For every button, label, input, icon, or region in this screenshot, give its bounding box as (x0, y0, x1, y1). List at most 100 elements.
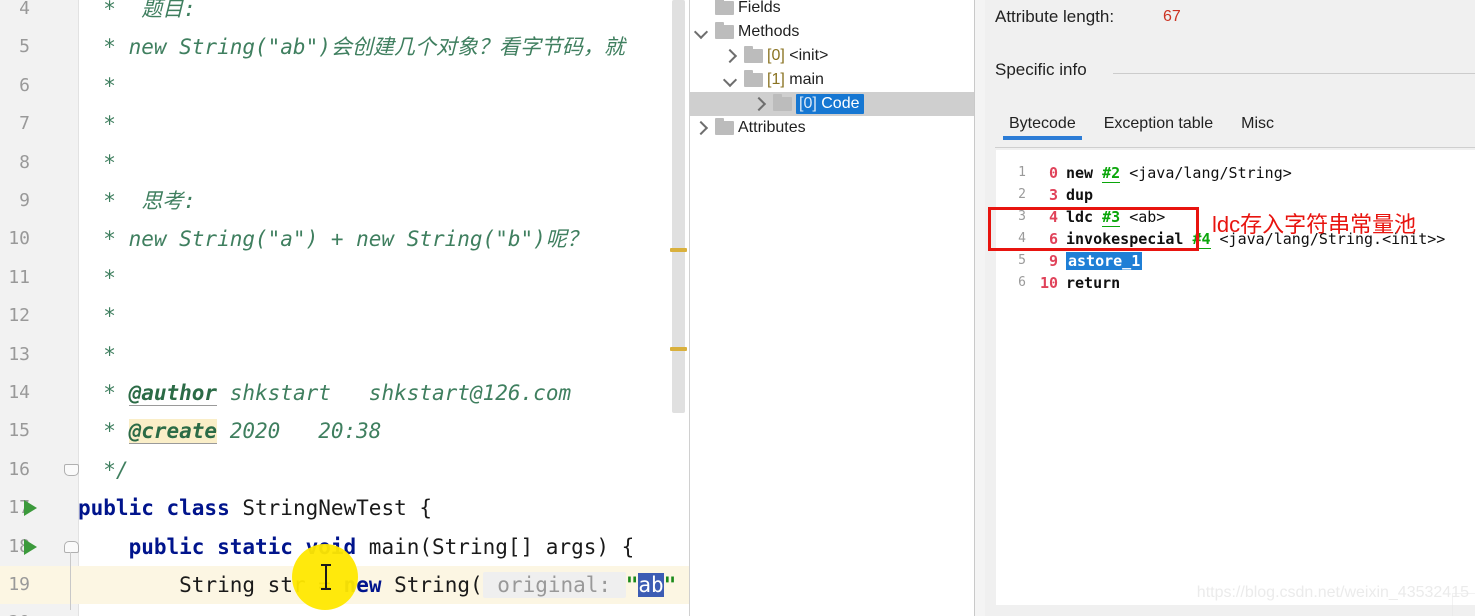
chevron-down-icon[interactable] (719, 68, 741, 92)
editor-warning-marker[interactable] (670, 248, 687, 252)
mouse-ibeam-cursor (321, 564, 331, 590)
tree-item-main[interactable]: [1] main (690, 68, 985, 92)
gutter-line-number: 16 (8, 458, 30, 480)
comment-text: * (78, 265, 116, 290)
gutter-line-number: 4 (19, 0, 30, 19)
bytecode-offset: 9 (1048, 252, 1058, 270)
tab-exception-table[interactable]: Exception table (1090, 115, 1227, 140)
tree-item-label: [1] main (767, 71, 824, 88)
code-editor-pane[interactable]: 4567891011121314151617181920 * 题目: * new… (0, 0, 690, 616)
detail-tabs[interactable]: Bytecode Exception table Misc (995, 115, 1288, 140)
code-line[interactable]: * (78, 105, 116, 143)
tree-scrollbar[interactable] (975, 0, 985, 616)
tab-misc[interactable]: Misc (1227, 115, 1288, 140)
selected-string-literal[interactable]: ab (638, 573, 664, 597)
code-line[interactable]: public class StringNewTest { (78, 489, 432, 527)
code-line[interactable]: * (78, 336, 116, 374)
watermark-url: https://blog.csdn.net/weixin_43532415 (1196, 584, 1469, 601)
comment-text: * (78, 150, 116, 175)
tree-item-label: [0] <init> (767, 47, 829, 64)
tree-item-fields[interactable]: Fields (690, 0, 985, 20)
detail-tabs-divider (995, 147, 1475, 148)
editor-scrollbar[interactable] (670, 0, 687, 616)
bytecode-row[interactable]: 6 10 return (996, 272, 1475, 294)
method-signature: main(String[] args) { (368, 534, 635, 559)
javadoc-tag: @create (128, 419, 218, 445)
tree-item-attributes[interactable]: Attributes (690, 116, 985, 140)
class-structure-tree[interactable]: Fields Methods [0] <init> [1] main [0] Code A… (690, 0, 985, 616)
tree-item-label: Attributes (738, 119, 806, 136)
code-line[interactable]: * 题目: (78, 0, 196, 28)
bytecode-instruction[interactable]: astore_1 (1066, 250, 1143, 272)
attribute-detail-pane: Attribute length: 67 Specific info Bytec… (985, 0, 1475, 616)
bytecode-selected-instruction[interactable]: astore_1 (1066, 252, 1143, 270)
code-line[interactable]: * (78, 259, 116, 297)
code-line[interactable]: * (78, 297, 116, 335)
code-line[interactable]: */ (78, 451, 128, 489)
string-quote: " (625, 573, 639, 597)
gutter-line-number: 12 (8, 305, 30, 327)
code-line[interactable]: String str = new String( original: "ab" (78, 566, 676, 604)
bytecode-instruction[interactable]: new #2 <java/lang/String> (1066, 162, 1292, 184)
gutter-line-number: 15 (8, 420, 30, 442)
chevron-right-icon[interactable] (690, 116, 712, 140)
type-name: String (179, 573, 268, 597)
bytecode-line-number: 1 (1018, 165, 1026, 180)
bytecode-line-number: 2 (1018, 187, 1026, 202)
bytecode-offset: 0 (1048, 164, 1058, 182)
bytecode-row[interactable]: 5 9 astore_1 (996, 250, 1475, 272)
chevron-right-icon[interactable] (719, 44, 741, 68)
constant-pool-reference[interactable]: #2 (1102, 164, 1121, 183)
bytecode-row[interactable]: 2 3 dup (996, 184, 1475, 206)
gutter-line-number: 9 (19, 190, 30, 211)
editor-warning-marker[interactable] (670, 347, 687, 351)
code-line[interactable]: * (78, 67, 116, 105)
comment-text: * new String("a") + new String("b")呢？ (78, 227, 588, 252)
attribute-length-label: Attribute length: (995, 7, 1115, 26)
fold-start-marker[interactable] (64, 540, 79, 553)
comment-text: * (78, 304, 116, 329)
run-gutter-icon[interactable] (24, 538, 37, 555)
fold-end-marker[interactable] (64, 463, 79, 476)
code-line[interactable]: * new String("a") + new String("b")呢？ (78, 220, 588, 258)
code-line[interactable]: * @author shkstart shkstart@126.com (78, 374, 571, 412)
fold-region-line (70, 551, 71, 610)
gutter-line-number: 5 (19, 36, 30, 58)
tree-item-selected-label: [0] Code (796, 94, 864, 114)
specific-info-label: Specific info (995, 60, 1087, 79)
code-line[interactable]: * (78, 144, 116, 182)
run-gutter-icon[interactable] (24, 500, 37, 517)
keyword: public class (78, 496, 243, 521)
code-line[interactable]: * @create 2020 20:38 (78, 412, 381, 450)
bytecode-row[interactable]: 1 0 new #2 <java/lang/String> (996, 162, 1475, 184)
code-line[interactable] (78, 604, 91, 616)
code-line[interactable]: * new String("ab")会创建几个对象？看字节码，就 (78, 28, 625, 66)
tree-item-label: [0] Code (796, 94, 864, 114)
code-line[interactable]: * 思考: (78, 182, 196, 220)
javadoc-value: shkstart shkstart@126.com (217, 381, 572, 405)
folder-icon (741, 44, 767, 68)
bytecode-instruction[interactable]: return (1066, 272, 1120, 294)
editor-scrollbar-thumb[interactable] (672, 0, 685, 413)
folder-icon (712, 0, 738, 20)
attribute-length-value: 67 (1163, 8, 1181, 25)
code-folding-column[interactable] (64, 0, 79, 616)
tab-bytecode[interactable]: Bytecode (995, 115, 1090, 140)
tree-item-methods[interactable]: Methods (690, 20, 985, 44)
tree-item-init[interactable]: [0] <init> (690, 44, 985, 68)
bytecode-instruction[interactable]: dup (1066, 184, 1093, 206)
tree-item-index: [1] (767, 71, 785, 88)
chevron-down-icon[interactable] (690, 20, 712, 44)
code-text-area[interactable]: * 题目: * new String("ab")会创建几个对象？看字节码，就 *… (78, 0, 690, 616)
javadoc-tag: @author (128, 381, 218, 406)
chevron-right-icon[interactable] (748, 92, 770, 116)
folder-icon (741, 68, 767, 92)
comment-text: * (78, 342, 116, 367)
comment-text: * (78, 73, 116, 98)
code-line[interactable]: public static void main(String[] args) { (78, 528, 635, 566)
tree-item-code[interactable]: [0] Code (690, 92, 985, 116)
folder-icon (770, 92, 796, 116)
